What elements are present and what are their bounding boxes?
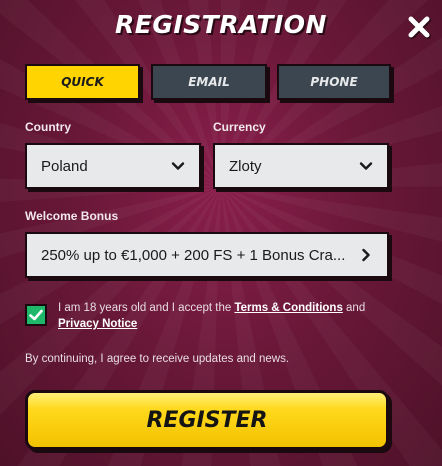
registration-tabs: QUICK EMAIL PHONE xyxy=(25,64,391,100)
country-select[interactable]: Poland xyxy=(25,143,201,189)
country-label: Country xyxy=(25,120,71,134)
tab-phone[interactable]: PHONE xyxy=(277,64,391,100)
checkmark-icon xyxy=(29,309,43,321)
currency-label: Currency xyxy=(213,120,266,134)
welcome-bonus-label: Welcome Bonus xyxy=(25,209,119,223)
privacy-link[interactable]: Privacy Notice xyxy=(58,318,137,330)
welcome-bonus-value: 250% up to €1,000 + 200 FS + 1 Bonus Cra… xyxy=(41,246,346,264)
currency-select[interactable]: Zloty xyxy=(213,143,389,189)
consent-text: I am 18 years old and I accept the Terms… xyxy=(58,300,398,332)
currency-value: Zloty xyxy=(229,157,262,175)
chevron-down-icon xyxy=(359,162,373,170)
tab-quick[interactable]: QUICK xyxy=(25,64,140,100)
terms-link[interactable]: Terms & Conditions xyxy=(234,302,342,314)
welcome-bonus-select[interactable]: 250% up to €1,000 + 200 FS + 1 Bonus Cra… xyxy=(25,232,389,278)
chevron-right-icon xyxy=(362,248,370,262)
close-icon[interactable] xyxy=(406,14,432,40)
country-value: Poland xyxy=(41,157,88,175)
updates-notice: By continuing, I agree to receive update… xyxy=(25,353,290,365)
register-button[interactable]: REGISTER xyxy=(25,390,389,450)
chevron-down-icon xyxy=(171,162,185,170)
consent-prefix: I am 18 years old and I accept the xyxy=(58,302,235,314)
tab-email[interactable]: EMAIL xyxy=(151,64,267,100)
age-consent-checkbox[interactable] xyxy=(25,304,47,326)
consent-mid: and xyxy=(342,302,366,314)
page-title: REGISTRATION xyxy=(115,10,327,39)
